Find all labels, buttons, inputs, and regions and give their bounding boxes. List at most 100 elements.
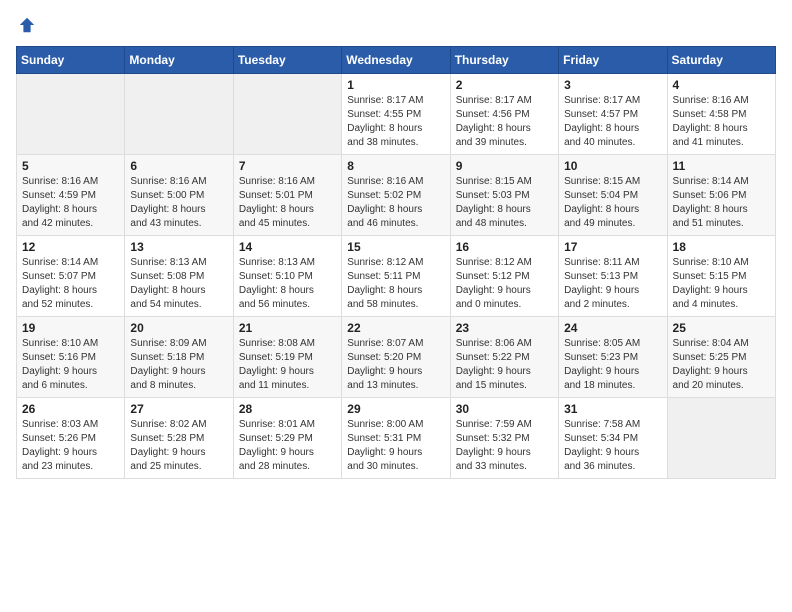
day-info: Sunrise: 8:03 AM Sunset: 5:26 PM Dayligh…	[22, 418, 119, 474]
calendar-day-header: Tuesday	[233, 47, 341, 74]
calendar-cell: 13 Sunrise: 8:13 AM Sunset: 5:08 PM Dayli…	[125, 236, 233, 317]
calendar-week-row: 5 Sunrise: 8:16 AM Sunset: 4:59 PM Daylig…	[17, 155, 776, 236]
day-number: 19	[22, 321, 119, 335]
day-number: 15	[347, 240, 444, 254]
day-info: Sunrise: 8:17 AM Sunset: 4:57 PM Dayligh…	[564, 94, 661, 150]
calendar-cell: 3 Sunrise: 8:17 AM Sunset: 4:57 PM Daylig…	[559, 74, 667, 155]
day-info: Sunrise: 8:08 AM Sunset: 5:19 PM Dayligh…	[239, 337, 336, 393]
calendar-week-row: 12 Sunrise: 8:14 AM Sunset: 5:07 PM Dayli…	[17, 236, 776, 317]
day-number: 2	[456, 78, 553, 92]
logo-icon	[18, 16, 36, 34]
day-number: 27	[130, 402, 227, 416]
calendar-cell: 18 Sunrise: 8:10 AM Sunset: 5:15 PM Dayli…	[667, 236, 775, 317]
calendar-cell: 19 Sunrise: 8:10 AM Sunset: 5:16 PM Dayli…	[17, 317, 125, 398]
day-info: Sunrise: 8:10 AM Sunset: 5:16 PM Dayligh…	[22, 337, 119, 393]
day-number: 7	[239, 159, 336, 173]
calendar-day-header: Wednesday	[342, 47, 450, 74]
day-info: Sunrise: 8:06 AM Sunset: 5:22 PM Dayligh…	[456, 337, 553, 393]
day-info: Sunrise: 8:15 AM Sunset: 5:04 PM Dayligh…	[564, 175, 661, 231]
calendar-cell: 26 Sunrise: 8:03 AM Sunset: 5:26 PM Dayli…	[17, 398, 125, 479]
day-number: 20	[130, 321, 227, 335]
calendar-cell: 7 Sunrise: 8:16 AM Sunset: 5:01 PM Daylig…	[233, 155, 341, 236]
day-number: 13	[130, 240, 227, 254]
day-info: Sunrise: 8:17 AM Sunset: 4:55 PM Dayligh…	[347, 94, 444, 150]
day-number: 18	[673, 240, 770, 254]
day-number: 12	[22, 240, 119, 254]
calendar-cell: 4 Sunrise: 8:16 AM Sunset: 4:58 PM Daylig…	[667, 74, 775, 155]
calendar-cell: 22Sunrise: 8:07 AM Sunset: 5:20 PM Dayli…	[342, 317, 450, 398]
day-number: 23	[456, 321, 553, 335]
day-number: 11	[673, 159, 770, 173]
day-info: Sunrise: 8:09 AM Sunset: 5:18 PM Dayligh…	[130, 337, 227, 393]
day-info: Sunrise: 8:14 AM Sunset: 5:06 PM Dayligh…	[673, 175, 770, 231]
day-info: Sunrise: 8:11 AM Sunset: 5:13 PM Dayligh…	[564, 256, 661, 312]
day-info: Sunrise: 8:16 AM Sunset: 4:59 PM Dayligh…	[22, 175, 119, 231]
calendar-day-header: Saturday	[667, 47, 775, 74]
day-number: 1	[347, 78, 444, 92]
calendar-day-header: Monday	[125, 47, 233, 74]
day-number: 24	[564, 321, 661, 335]
calendar-week-row: 1 Sunrise: 8:17 AM Sunset: 4:55 PM Daylig…	[17, 74, 776, 155]
calendar-cell: 10 Sunrise: 8:15 AM Sunset: 5:04 PM Dayli…	[559, 155, 667, 236]
day-number: 16	[456, 240, 553, 254]
day-info: Sunrise: 8:17 AM Sunset: 4:56 PM Dayligh…	[456, 94, 553, 150]
calendar-cell: 23 Sunrise: 8:06 AM Sunset: 5:22 PM Dayli…	[450, 317, 558, 398]
day-info: Sunrise: 7:59 AM Sunset: 5:32 PM Dayligh…	[456, 418, 553, 474]
calendar-day-header: Friday	[559, 47, 667, 74]
calendar-cell: 1 Sunrise: 8:17 AM Sunset: 4:55 PM Daylig…	[342, 74, 450, 155]
calendar-cell	[233, 74, 341, 155]
day-info: Sunrise: 8:16 AM Sunset: 4:58 PM Dayligh…	[673, 94, 770, 150]
day-number: 25	[673, 321, 770, 335]
calendar-cell: 20 Sunrise: 8:09 AM Sunset: 5:18 PM Dayli…	[125, 317, 233, 398]
calendar-cell: 5 Sunrise: 8:16 AM Sunset: 4:59 PM Daylig…	[17, 155, 125, 236]
day-number: 5	[22, 159, 119, 173]
calendar-cell: 12 Sunrise: 8:14 AM Sunset: 5:07 PM Dayli…	[17, 236, 125, 317]
day-number: 3	[564, 78, 661, 92]
day-info: Sunrise: 8:04 AM Sunset: 5:25 PM Dayligh…	[673, 337, 770, 393]
day-number: 10	[564, 159, 661, 173]
calendar-cell: 16Sunrise: 8:12 AM Sunset: 5:12 PM Dayli…	[450, 236, 558, 317]
calendar-week-row: 26 Sunrise: 8:03 AM Sunset: 5:26 PM Dayli…	[17, 398, 776, 479]
day-info: Sunrise: 8:01 AM Sunset: 5:29 PM Dayligh…	[239, 418, 336, 474]
calendar-cell: 17 Sunrise: 8:11 AM Sunset: 5:13 PM Dayli…	[559, 236, 667, 317]
calendar-table: SundayMondayTuesdayWednesdayThursdayFrid…	[16, 46, 776, 479]
day-number: 30	[456, 402, 553, 416]
day-number: 28	[239, 402, 336, 416]
day-info: Sunrise: 8:00 AM Sunset: 5:31 PM Dayligh…	[347, 418, 444, 474]
calendar-cell: 14Sunrise: 8:13 AM Sunset: 5:10 PM Dayli…	[233, 236, 341, 317]
day-number: 29	[347, 402, 444, 416]
page-header	[16, 16, 776, 34]
day-info: Sunrise: 8:10 AM Sunset: 5:15 PM Dayligh…	[673, 256, 770, 312]
day-number: 4	[673, 78, 770, 92]
calendar-cell: 2 Sunrise: 8:17 AM Sunset: 4:56 PM Daylig…	[450, 74, 558, 155]
day-number: 17	[564, 240, 661, 254]
calendar-body: 1 Sunrise: 8:17 AM Sunset: 4:55 PM Daylig…	[17, 74, 776, 479]
calendar-cell: 8Sunrise: 8:16 AM Sunset: 5:02 PM Daylig…	[342, 155, 450, 236]
day-number: 31	[564, 402, 661, 416]
day-info: Sunrise: 8:14 AM Sunset: 5:07 PM Dayligh…	[22, 256, 119, 312]
day-info: Sunrise: 8:13 AM Sunset: 5:08 PM Dayligh…	[130, 256, 227, 312]
calendar-cell	[17, 74, 125, 155]
calendar-cell: 24Sunrise: 8:05 AM Sunset: 5:23 PM Dayli…	[559, 317, 667, 398]
day-number: 21	[239, 321, 336, 335]
calendar-cell: 27 Sunrise: 8:02 AM Sunset: 5:28 PM Dayli…	[125, 398, 233, 479]
day-number: 14	[239, 240, 336, 254]
day-number: 9	[456, 159, 553, 173]
calendar-week-row: 19 Sunrise: 8:10 AM Sunset: 5:16 PM Dayli…	[17, 317, 776, 398]
day-info: Sunrise: 8:16 AM Sunset: 5:00 PM Dayligh…	[130, 175, 227, 231]
calendar-cell: 28 Sunrise: 8:01 AM Sunset: 5:29 PM Dayli…	[233, 398, 341, 479]
calendar-cell: 21 Sunrise: 8:08 AM Sunset: 5:19 PM Dayli…	[233, 317, 341, 398]
day-number: 26	[22, 402, 119, 416]
calendar-cell	[125, 74, 233, 155]
day-info: Sunrise: 8:02 AM Sunset: 5:28 PM Dayligh…	[130, 418, 227, 474]
calendar-cell: 9 Sunrise: 8:15 AM Sunset: 5:03 PM Daylig…	[450, 155, 558, 236]
day-number: 6	[130, 159, 227, 173]
day-info: Sunrise: 8:15 AM Sunset: 5:03 PM Dayligh…	[456, 175, 553, 231]
day-info: Sunrise: 8:16 AM Sunset: 5:01 PM Dayligh…	[239, 175, 336, 231]
day-info: Sunrise: 8:12 AM Sunset: 5:11 PM Dayligh…	[347, 256, 444, 312]
calendar-cell: 31Sunrise: 7:58 AM Sunset: 5:34 PM Dayli…	[559, 398, 667, 479]
calendar-cell: 30 Sunrise: 7:59 AM Sunset: 5:32 PM Dayli…	[450, 398, 558, 479]
calendar-cell: 6 Sunrise: 8:16 AM Sunset: 5:00 PM Daylig…	[125, 155, 233, 236]
calendar-cell: 25 Sunrise: 8:04 AM Sunset: 5:25 PM Dayli…	[667, 317, 775, 398]
calendar-header-row: SundayMondayTuesdayWednesdayThursdayFrid…	[17, 47, 776, 74]
